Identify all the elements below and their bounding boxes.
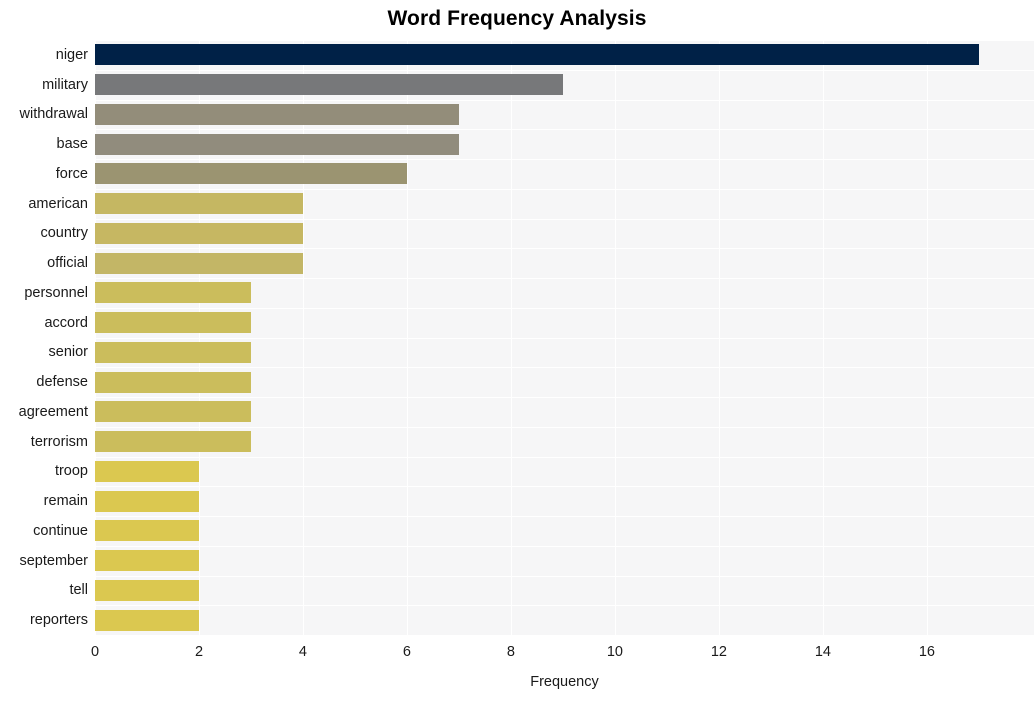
y-axis-tick-label: senior <box>0 344 88 360</box>
y-axis-tick-label: troop <box>0 463 88 479</box>
x-axis-tick-label: 12 <box>689 643 749 661</box>
y-axis-tick-labels: niger military withdrawal base force american… <box>0 40 88 635</box>
x-axis-tick-label: 6 <box>377 643 437 661</box>
y-axis-tick-label: country <box>0 225 88 241</box>
bar[interactable] <box>95 550 199 571</box>
bar[interactable] <box>95 491 199 512</box>
y-axis-tick-label: tell <box>0 582 88 598</box>
bar[interactable] <box>95 282 251 303</box>
x-axis-tick-label: 2 <box>169 643 229 661</box>
y-axis-tick-label: official <box>0 255 88 271</box>
bar[interactable] <box>95 372 251 393</box>
bar[interactable] <box>95 134 459 155</box>
bar[interactable] <box>95 342 251 363</box>
word-frequency-chart: Word Frequency Analysis niger military wit… <box>0 0 1034 701</box>
bar[interactable] <box>95 74 563 95</box>
x-axis-tick-label: 16 <box>897 643 957 661</box>
bar[interactable] <box>95 163 407 184</box>
y-axis-tick-label: remain <box>0 493 88 509</box>
x-axis-tick-labels: 0 2 4 6 8 10 12 14 16 <box>0 643 1034 665</box>
y-axis-tick-label: american <box>0 196 88 212</box>
bar[interactable] <box>95 520 199 541</box>
bar[interactable] <box>95 223 303 244</box>
bars-layer <box>95 40 1034 635</box>
bar[interactable] <box>95 610 199 631</box>
x-axis-tick-label: 14 <box>793 643 853 661</box>
bar[interactable] <box>95 431 251 452</box>
y-axis-tick-label: reporters <box>0 612 88 628</box>
y-axis-tick-label: september <box>0 553 88 569</box>
bar[interactable] <box>95 104 459 125</box>
bar[interactable] <box>95 401 251 422</box>
y-axis-tick-label: agreement <box>0 404 88 420</box>
y-axis-tick-label: military <box>0 77 88 93</box>
y-axis-tick-label: withdrawal <box>0 106 88 122</box>
y-axis-tick-label: terrorism <box>0 434 88 450</box>
y-axis-tick-label: niger <box>0 47 88 63</box>
bar[interactable] <box>95 580 199 601</box>
x-axis-title: Frequency <box>95 673 1034 691</box>
y-axis-tick-label: accord <box>0 315 88 331</box>
chart-title: Word Frequency Analysis <box>0 4 1034 34</box>
x-axis-tick-label: 0 <box>65 643 125 661</box>
y-axis-tick-label: force <box>0 166 88 182</box>
plot-area <box>95 40 1034 635</box>
bar[interactable] <box>95 44 979 65</box>
bar[interactable] <box>95 193 303 214</box>
bar[interactable] <box>95 461 199 482</box>
y-axis-tick-label: base <box>0 136 88 152</box>
y-axis-tick-label: defense <box>0 374 88 390</box>
x-axis-tick-label: 4 <box>273 643 333 661</box>
bar[interactable] <box>95 253 303 274</box>
bar[interactable] <box>95 312 251 333</box>
y-axis-tick-label: continue <box>0 523 88 539</box>
x-axis-tick-label: 8 <box>481 643 541 661</box>
y-axis-tick-label: personnel <box>0 285 88 301</box>
x-axis-tick-label: 10 <box>585 643 645 661</box>
